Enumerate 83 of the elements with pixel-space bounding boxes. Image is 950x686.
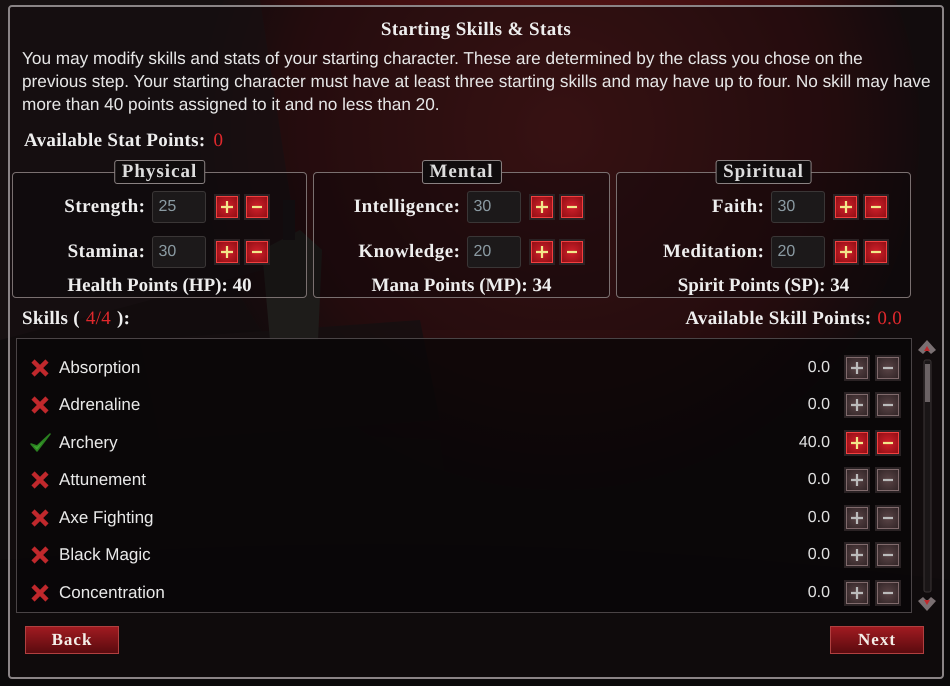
back-button[interactable]: Back xyxy=(25,626,119,654)
stat-points-label: Available Stat Points: xyxy=(24,130,206,152)
plus-icon xyxy=(850,586,864,600)
plus-icon xyxy=(838,200,852,214)
plus-icon xyxy=(838,245,852,259)
increase-button[interactable] xyxy=(214,194,240,220)
plus-icon xyxy=(220,245,234,259)
skill-value: 0.0 xyxy=(808,471,830,490)
decrease-button[interactable] xyxy=(875,430,901,456)
panel-title: Spiritual xyxy=(715,160,812,184)
plus-icon xyxy=(850,510,864,525)
increase-button[interactable] xyxy=(844,430,870,456)
skill-value: 0.0 xyxy=(808,396,830,414)
points-total: Spirit Points (SP): 34 xyxy=(678,275,850,297)
plus-icon xyxy=(220,200,234,214)
increase-button[interactable] xyxy=(214,239,240,265)
increase-button[interactable] xyxy=(844,392,870,418)
plus-icon xyxy=(850,548,864,562)
skill-name: Axe Fighting xyxy=(59,508,154,528)
stat-field[interactable]: 30 xyxy=(152,236,206,268)
points-total: Health Points (HP): 40 xyxy=(67,275,252,297)
increase-button[interactable] xyxy=(844,542,870,568)
decrease-button[interactable] xyxy=(558,239,584,265)
panel-title: Physical xyxy=(114,160,206,184)
skills-label: Skills ( xyxy=(22,308,80,330)
instructions-text: You may modify skills and stats of your starting character. These are determined by the class you chose on the previous step. Your starting character must have at least three starting skills and may have up to four. No skill may have more than 40 points assigned to it and no less than 20. xyxy=(22,47,932,116)
decrease-button[interactable] xyxy=(875,580,901,606)
skills-label-close: ): xyxy=(117,308,130,330)
scrollbar[interactable] xyxy=(915,338,939,613)
skill-name: Attunement xyxy=(59,470,147,490)
skill-name: Black Magic xyxy=(59,545,152,566)
increase-button[interactable] xyxy=(528,239,554,265)
stat-label: Stamina: xyxy=(66,241,146,263)
decrease-button[interactable] xyxy=(875,392,901,418)
points-total: Mana Points (MP): 34 xyxy=(372,275,552,297)
decrease-button[interactable] xyxy=(875,354,901,381)
stat-field[interactable]: 25 xyxy=(152,191,206,223)
skill-name: Adrenaline xyxy=(59,395,142,416)
dialog-title: Starting Skills & Stats xyxy=(380,19,572,41)
stat-label: Meditation: xyxy=(662,241,764,263)
decrease-button[interactable] xyxy=(875,542,901,568)
decrease-button[interactable] xyxy=(875,504,901,531)
stat-field[interactable]: 20 xyxy=(466,236,520,268)
stat-label: Knowledge: xyxy=(357,241,460,263)
skill-value: 0.0 xyxy=(808,358,830,377)
plus-icon xyxy=(534,245,548,259)
skill-value: 40.0 xyxy=(798,434,830,452)
decrease-button[interactable] xyxy=(862,194,888,220)
skill-value: 0.0 xyxy=(808,546,830,564)
stat-label: Intelligence: xyxy=(352,196,460,218)
increase-button[interactable] xyxy=(832,194,858,220)
skill-points-label: Available Skill Points: xyxy=(685,308,872,330)
stat-field[interactable]: 30 xyxy=(770,191,824,223)
skills-count: 4/4 xyxy=(86,308,112,330)
panel-title: Mental xyxy=(421,160,502,184)
increase-button[interactable] xyxy=(832,239,858,265)
skill-value: 0.0 xyxy=(808,584,830,602)
increase-button[interactable] xyxy=(528,194,554,220)
decrease-button[interactable] xyxy=(244,239,270,265)
decrease-button[interactable] xyxy=(558,194,584,220)
decrease-button[interactable] xyxy=(862,239,888,265)
decrease-button[interactable] xyxy=(875,467,901,494)
skill-points-value: 0.0 xyxy=(877,308,902,330)
skill-name: Concentration xyxy=(59,582,166,603)
stat-points-value: 0 xyxy=(213,130,224,152)
increase-button[interactable] xyxy=(844,467,870,494)
skill-name: Absorption xyxy=(59,358,142,378)
increase-button[interactable] xyxy=(844,580,870,606)
stat-field[interactable]: 20 xyxy=(770,236,824,268)
next-button[interactable]: Next xyxy=(830,626,924,654)
skill-name: Archery xyxy=(59,432,119,453)
stat-label: Faith: xyxy=(710,196,764,218)
plus-icon xyxy=(534,200,548,214)
plus-icon xyxy=(850,398,864,412)
increase-button[interactable] xyxy=(844,504,870,531)
increase-button[interactable] xyxy=(844,354,870,381)
plus-icon xyxy=(850,360,864,375)
decrease-button[interactable] xyxy=(244,194,270,220)
plus-icon xyxy=(850,473,864,488)
stat-label: Strength: xyxy=(63,196,146,218)
skill-value: 0.0 xyxy=(808,508,830,527)
stat-field[interactable]: 30 xyxy=(466,191,520,223)
plus-icon xyxy=(850,436,864,450)
